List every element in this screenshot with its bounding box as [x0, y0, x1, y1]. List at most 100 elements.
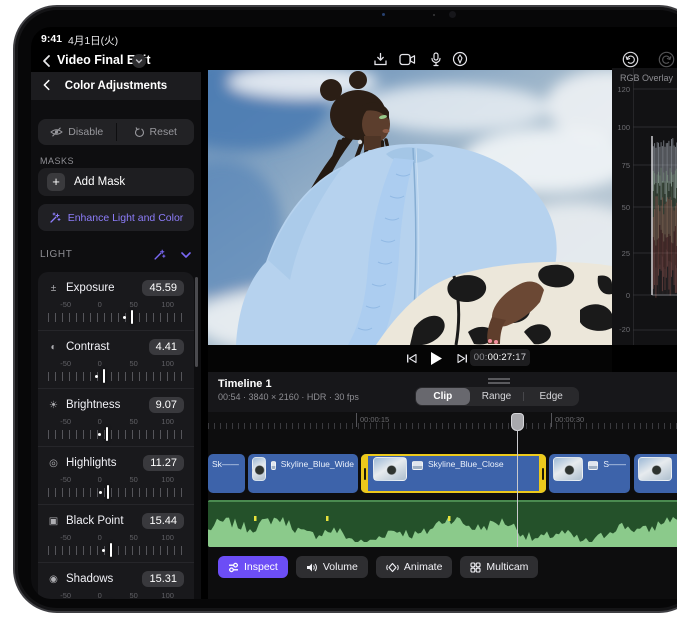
slider-ruler[interactable]: -50050100 — [48, 475, 184, 499]
tick-marks — [48, 488, 184, 497]
slider-contrast[interactable]: ◐Contrast4.41 -50050100 — [38, 330, 194, 388]
tick-label: -50 — [60, 591, 71, 599]
transport-bar: 00:00:27:17 — [208, 345, 612, 372]
color-adjustments-panel: Color Adjustments Disable Reset MASKS + … — [31, 72, 201, 599]
camera-button[interactable] — [396, 50, 418, 68]
clip-skyline-blue-wide[interactable]: Skyline_Blue_Wide — [248, 454, 358, 493]
value-marker[interactable] — [110, 543, 112, 557]
slider-ruler[interactable]: -50050100 — [48, 591, 184, 599]
trim-handle-left[interactable] — [361, 456, 368, 491]
slider-value[interactable]: 15.44 — [142, 513, 184, 529]
slider-exposure[interactable]: ±Exposure45.59 -50050100 — [38, 272, 194, 330]
viewer-image — [208, 70, 612, 345]
playhead-handle[interactable] — [511, 413, 524, 431]
previous-frame-button[interactable] — [402, 350, 420, 366]
pencil-circle-icon — [452, 51, 468, 67]
photo-icon — [271, 461, 276, 470]
slider-ruler[interactable]: -50050100 — [48, 300, 184, 324]
value-marker[interactable] — [106, 427, 108, 441]
mode-edge[interactable]: Edge — [524, 388, 578, 405]
disable-reset-group: Disable Reset — [38, 119, 194, 145]
slider-highlights[interactable]: ◎Highlights11.27 -50050100 — [38, 446, 194, 504]
undo-button[interactable] — [619, 50, 641, 68]
clip-thumbnail — [252, 457, 266, 481]
tick-marks — [48, 313, 184, 322]
timeline-name: Timeline 1 — [218, 378, 272, 390]
back-chevron-icon — [40, 78, 54, 92]
multicam-button[interactable]: Multicam — [460, 556, 538, 578]
clip-thumbnail — [638, 457, 672, 481]
import-button[interactable] — [369, 50, 391, 68]
redo-button[interactable] — [655, 50, 677, 68]
value-marker[interactable] — [103, 369, 105, 383]
panel-back-button[interactable] — [40, 78, 54, 92]
audio-track[interactable] — [208, 500, 677, 547]
slider-label: Shadows — [66, 573, 135, 585]
light-sliders-card: ±Exposure45.59 -50050100 ◐Contrast4.41 -… — [38, 272, 194, 599]
light-collapse-button[interactable] — [180, 251, 192, 259]
camera-icon — [399, 53, 416, 66]
slider-brightness[interactable]: ☀Brightness9.07 -50050100 — [38, 388, 194, 446]
slider-value[interactable]: 11.27 — [143, 455, 184, 471]
enhance-light-color-button[interactable]: Enhance Light and Color — [38, 204, 194, 231]
trim-handle-right[interactable] — [539, 456, 546, 491]
volume-button[interactable]: Volume — [296, 556, 368, 578]
timeline-ruler[interactable]: 00:00:15 00:00:30 — [208, 412, 677, 430]
timeline-resize-handle[interactable] — [488, 378, 510, 384]
slider-value[interactable]: 9.07 — [149, 397, 184, 413]
light-auto-button[interactable] — [153, 248, 166, 261]
magic-wand-icon — [49, 212, 61, 224]
tick-label: 100 — [161, 300, 174, 309]
slider-value[interactable]: 4.41 — [149, 339, 184, 355]
scope-waveform — [633, 68, 677, 345]
scope-axis-label: 0 — [612, 291, 630, 300]
playhead-line — [517, 430, 518, 547]
scope-axis-label: 120 — [612, 85, 630, 94]
mode-clip[interactable]: Clip — [416, 388, 470, 405]
screenshot-stage: 9:41 4月1日(火) Video Final Edit — [0, 0, 677, 626]
back-button[interactable] — [39, 53, 55, 69]
tick-label: 0 — [98, 417, 102, 426]
clip-partial-s[interactable]: S—— — [549, 454, 630, 493]
black-point-icon: ▣ — [48, 516, 59, 527]
playhead[interactable] — [511, 412, 526, 549]
tick-label: -50 — [60, 475, 71, 484]
value-marker[interactable] — [131, 310, 133, 324]
value-marker[interactable] — [107, 485, 109, 499]
panel-title: Color Adjustments — [65, 80, 167, 92]
zero-dot — [123, 316, 126, 319]
sidebar-scrollbar[interactable] — [195, 277, 198, 367]
project-menu-button[interactable] — [132, 54, 146, 68]
ipad-screen: 9:41 4月1日(火) Video Final Edit — [31, 27, 677, 599]
reset-label: Reset — [150, 126, 177, 138]
animate-button[interactable]: Animate — [376, 556, 453, 578]
disable-label: Disable — [68, 126, 103, 138]
photo-icon — [588, 461, 598, 470]
slider-ruler[interactable]: -50050100 — [48, 359, 184, 383]
scope-axis-label: 75 — [612, 161, 630, 170]
front-camera-dot — [382, 13, 385, 16]
add-mask-button[interactable]: + Add Mask — [38, 168, 194, 196]
speaker-icon — [306, 562, 318, 573]
tick-label: 50 — [130, 591, 138, 599]
next-frame-button[interactable] — [453, 350, 471, 366]
inspect-button[interactable]: Inspect — [218, 556, 288, 578]
clip-thumbnail — [373, 457, 407, 481]
slider-shadows[interactable]: ◉Shadows15.31 -50050100 — [38, 562, 194, 599]
clip-partial-right[interactable] — [634, 454, 677, 493]
slider-value[interactable]: 45.59 — [142, 280, 184, 296]
zero-dot — [95, 375, 98, 378]
pencil-tool-button[interactable] — [449, 50, 471, 68]
slider-ruler[interactable]: -50050100 — [48, 533, 184, 557]
microphone-button[interactable] — [425, 50, 447, 68]
reset-button[interactable]: Reset — [117, 119, 195, 145]
slider-ruler[interactable]: -50050100 — [48, 417, 184, 441]
tick-label: 100 — [161, 417, 174, 426]
photo-icon — [412, 461, 423, 470]
play-button[interactable] — [427, 350, 445, 366]
mode-range[interactable]: Range — [470, 388, 524, 405]
clip-partial-left[interactable]: Sk—— — [208, 454, 245, 493]
disable-button[interactable]: Disable — [38, 119, 116, 145]
slider-value[interactable]: 15.31 — [142, 571, 184, 587]
slider-black-point[interactable]: ▣Black Point15.44 -50050100 — [38, 504, 194, 562]
